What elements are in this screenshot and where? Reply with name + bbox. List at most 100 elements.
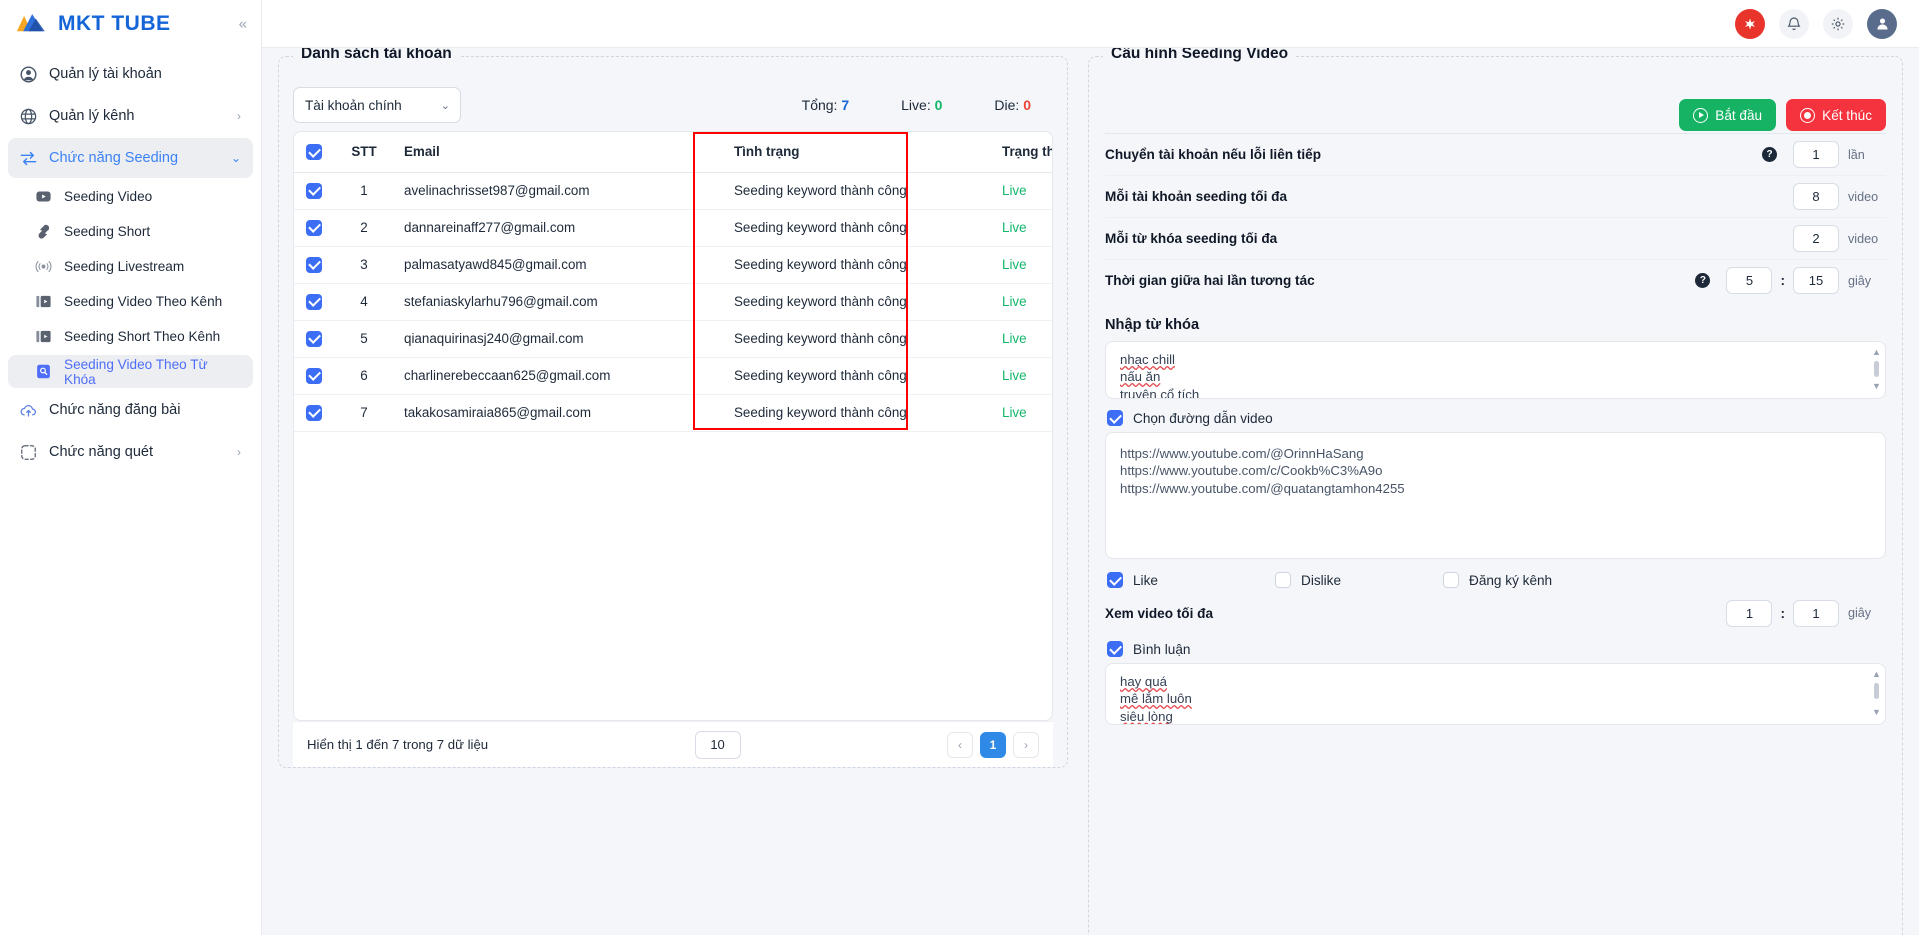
sidebar-item-posting-functions[interactable]: Chức năng đăng bài [8, 390, 253, 430]
keyword-scrollbar[interactable]: ▲ ▼ [1872, 347, 1881, 393]
config-settings-list: Chuyển tài khoản nếu lỗi liên tiếp ? 1 l… [1105, 133, 1886, 301]
video-path-checkbox[interactable] [1107, 410, 1123, 426]
sidebar: MKT TUBE « Quản lý tài khoản Quản lý kên… [0, 0, 262, 935]
row-tinh-trang: Seeding keyword thành công [722, 246, 990, 284]
interaction-interval-min-input[interactable]: 5 [1726, 267, 1773, 294]
pagination-prev-button[interactable]: ‹ [947, 731, 973, 758]
sidebar-item-seeding-video-by-channel[interactable]: Seeding Video Theo Kênh [8, 285, 253, 318]
start-button[interactable]: Bắt đầu [1679, 99, 1777, 131]
sidebar-item-seeding-video[interactable]: Seeding Video [8, 180, 253, 213]
sidebar-item-label: Quản lý kênh [49, 108, 135, 124]
row-checkbox[interactable] [306, 330, 322, 347]
account-select[interactable]: Tài khoản chính ⌄ [293, 87, 461, 123]
sidebar-item-seeding-video-by-keyword[interactable]: Seeding Video Theo Từ Khóa [8, 355, 253, 388]
watch-time-row: Xem video tối đa 1 : 1 giây [1105, 596, 1886, 630]
comment-scrollbar[interactable]: ▲ ▼ [1872, 669, 1881, 719]
video-path-checkbox-row: Chọn đường dẫn video [1107, 410, 1886, 426]
subscribe-checkbox-group: Đăng ký kênh [1443, 572, 1552, 588]
scroll-down-arrow[interactable]: ▼ [1872, 381, 1881, 393]
sidebar-collapse-button[interactable]: « [239, 17, 247, 32]
row-checkbox[interactable] [306, 182, 322, 199]
dislike-checkbox-group: Dislike [1275, 572, 1443, 588]
accounts-table-body: 1 avelinachrisset987@gmail.com Seeding key… [294, 172, 1052, 432]
scroll-up-arrow[interactable]: ▲ [1872, 347, 1881, 359]
pagination-page-1[interactable]: 1 [980, 731, 1006, 758]
stop-button[interactable]: Kết thúc [1786, 99, 1886, 131]
user-circle-icon [18, 64, 38, 84]
row-select-cell [294, 172, 336, 210]
value: 1 [1812, 147, 1820, 162]
select-all-header [294, 132, 336, 173]
row-email: dannareinaff277@gmail.com [392, 209, 722, 247]
accounts-table: STT Email Tình trạng Trạng thái 1avelina… [294, 132, 1052, 432]
row-email: avelinachrisset987@gmail.com [392, 172, 722, 210]
select-all-checkbox[interactable] [306, 143, 322, 160]
row-checkbox[interactable] [306, 404, 322, 421]
gear-icon[interactable] [1823, 8, 1853, 39]
like-checkbox[interactable] [1107, 572, 1123, 588]
comment-checkbox[interactable] [1107, 641, 1123, 657]
bell-icon[interactable] [1779, 8, 1809, 39]
content-area: Danh sách tài khoản Tài khoản chính ⌄ Tổ… [262, 48, 1919, 935]
page-size-input[interactable]: 10 [694, 730, 741, 759]
setting-label: Chuyển tài khoản nếu lỗi liên tiếp [1105, 147, 1322, 162]
watch-time-min-input[interactable]: 1 [1726, 599, 1773, 627]
row-select-cell [294, 357, 336, 395]
sidebar-subitem-label: Seeding Video Theo Kênh [64, 294, 223, 309]
watch-time-label: Xem video tối đa [1105, 605, 1214, 621]
interaction-checkboxes-row: Like Dislike Đăng ký kênh [1107, 572, 1886, 588]
sidebar-item-seeding-livestream[interactable]: Seeding Livestream [8, 250, 253, 283]
max-seeding-per-account-input[interactable]: 8 [1793, 183, 1839, 210]
watch-time-max-input[interactable]: 1 [1793, 599, 1839, 627]
row-stt: 5 [336, 320, 392, 358]
sidebar-item-seeding-functions[interactable]: Chức năng Seeding ⌄ [8, 138, 253, 178]
row-stt: 3 [336, 246, 392, 284]
sidebar-item-seeding-short[interactable]: Seeding Short [8, 215, 253, 248]
dislike-checkbox[interactable] [1275, 572, 1291, 588]
scroll-down-arrow[interactable]: ▼ [1872, 707, 1881, 719]
video-url-textarea[interactable]: https://www.youtube.com/@OrinnHaSang htt… [1105, 432, 1886, 559]
sidebar-item-channel-management[interactable]: Quản lý kênh › [8, 96, 253, 136]
row-trang-thai: Live [990, 394, 1052, 432]
sidebar-item-seeding-short-by-channel[interactable]: Seeding Short Theo Kênh [8, 320, 253, 353]
video-url-line: https://www.youtube.com/@OrinnHaSang [1120, 446, 1364, 461]
row-select-cell [294, 283, 336, 321]
help-icon[interactable]: ? [1695, 273, 1711, 288]
video-stack-icon [34, 327, 53, 346]
avatar[interactable] [1867, 8, 1897, 39]
setting-max-seeding-per-keyword: Mỗi từ khóa seeding tối đa 2 video [1105, 217, 1886, 259]
comment-textarea[interactable]: hay quá mê lắm luôn siêu lòng ▲ ▼ [1105, 663, 1886, 725]
row-trang-thai: Live [990, 283, 1052, 321]
scroll-up-arrow[interactable]: ▲ [1872, 669, 1881, 681]
row-checkbox[interactable] [306, 219, 322, 236]
video-url-line: https://www.youtube.com/@quatangtamhon42… [1120, 480, 1405, 496]
keyword-textarea[interactable]: nhạc chill nấu ăn truyện cổ tích ▲ ▼ [1105, 341, 1886, 399]
row-tinh-trang: Seeding keyword thành công [722, 320, 990, 358]
row-checkbox[interactable] [306, 367, 322, 384]
row-email: palmasatyawd845@gmail.com [392, 246, 722, 284]
interaction-interval-max-input[interactable]: 15 [1793, 267, 1839, 294]
alert-badge-icon[interactable] [1735, 8, 1765, 39]
counter-die: Die: 0 [994, 97, 1031, 113]
row-checkbox[interactable] [306, 293, 322, 310]
sidebar-item-scan-functions[interactable]: Chức năng quét › [8, 432, 253, 472]
sidebar-item-label: Chức năng Seeding [49, 150, 179, 166]
start-button-label: Bắt đầu [1715, 107, 1763, 123]
table-row: 2 dannareinaff277@gmail.com Seeding keywor… [294, 209, 1052, 247]
sidebar-item-label: Chức năng đăng bài [49, 402, 181, 418]
sidebar-item-account-management[interactable]: Quản lý tài khoản [8, 54, 253, 94]
max-seeding-per-keyword-input[interactable]: 2 [1793, 225, 1839, 252]
dislike-label: Dislike [1301, 572, 1342, 588]
row-checkbox[interactable] [306, 256, 322, 273]
sidebar-subitem-label: Seeding Video [64, 189, 153, 204]
shorts-icon [34, 222, 53, 241]
pagination-next-button[interactable]: › [1013, 731, 1039, 758]
row-email: takakosamiraia865@gmail.com [392, 394, 722, 432]
switch-account-error-input[interactable]: 1 [1793, 141, 1839, 168]
subscribe-checkbox[interactable] [1443, 572, 1459, 588]
help-icon[interactable]: ? [1762, 147, 1777, 162]
page-size-value: 10 [710, 737, 725, 752]
sidebar-subitem-label: Seeding Livestream [64, 259, 185, 274]
counter-total: Tổng: 7 [802, 97, 850, 113]
row-tinh-trang: Seeding keyword thành công [722, 172, 990, 210]
